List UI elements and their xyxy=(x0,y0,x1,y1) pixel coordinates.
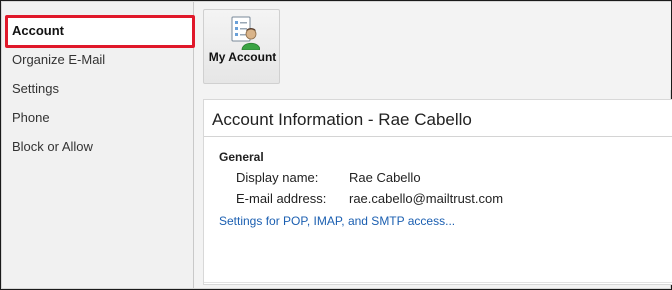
title-divider xyxy=(204,136,672,137)
sidebar-item-account[interactable]: Account xyxy=(12,19,190,43)
my-account-button[interactable]: My Account xyxy=(203,9,280,84)
window-frame: Account Organize E-Mail Settings Phone B… xyxy=(0,0,672,290)
display-name-value: Rae Cabello xyxy=(349,170,421,185)
general-section-title: General xyxy=(219,150,264,164)
sidebar-item-block-or-allow[interactable]: Block or Allow xyxy=(12,135,190,159)
sidebar-item-organize-email[interactable]: Organize E-Mail xyxy=(12,48,190,72)
sidebar-item-settings[interactable]: Settings xyxy=(12,77,190,101)
pop-imap-smtp-settings-link[interactable]: Settings for POP, IMAP, and SMTP access.… xyxy=(219,214,455,228)
page-title: Account Information - Rae Cabello xyxy=(212,110,472,129)
sidebar: Account Organize E-Mail Settings Phone B… xyxy=(2,2,195,288)
email-address-label: E-mail address: xyxy=(236,191,327,206)
sidebar-item-phone[interactable]: Phone xyxy=(12,106,190,130)
toolbar: My Account xyxy=(195,2,671,90)
email-address-value: rae.cabello@mailtrust.com xyxy=(349,191,504,206)
display-name-label: Display name: xyxy=(236,170,319,185)
panel-bottom-divider xyxy=(204,282,672,283)
account-information-panel: Account Information - Rae Cabello Genera… xyxy=(203,99,672,285)
account-settings-icon xyxy=(231,16,260,50)
my-account-label: My Account xyxy=(208,50,277,64)
